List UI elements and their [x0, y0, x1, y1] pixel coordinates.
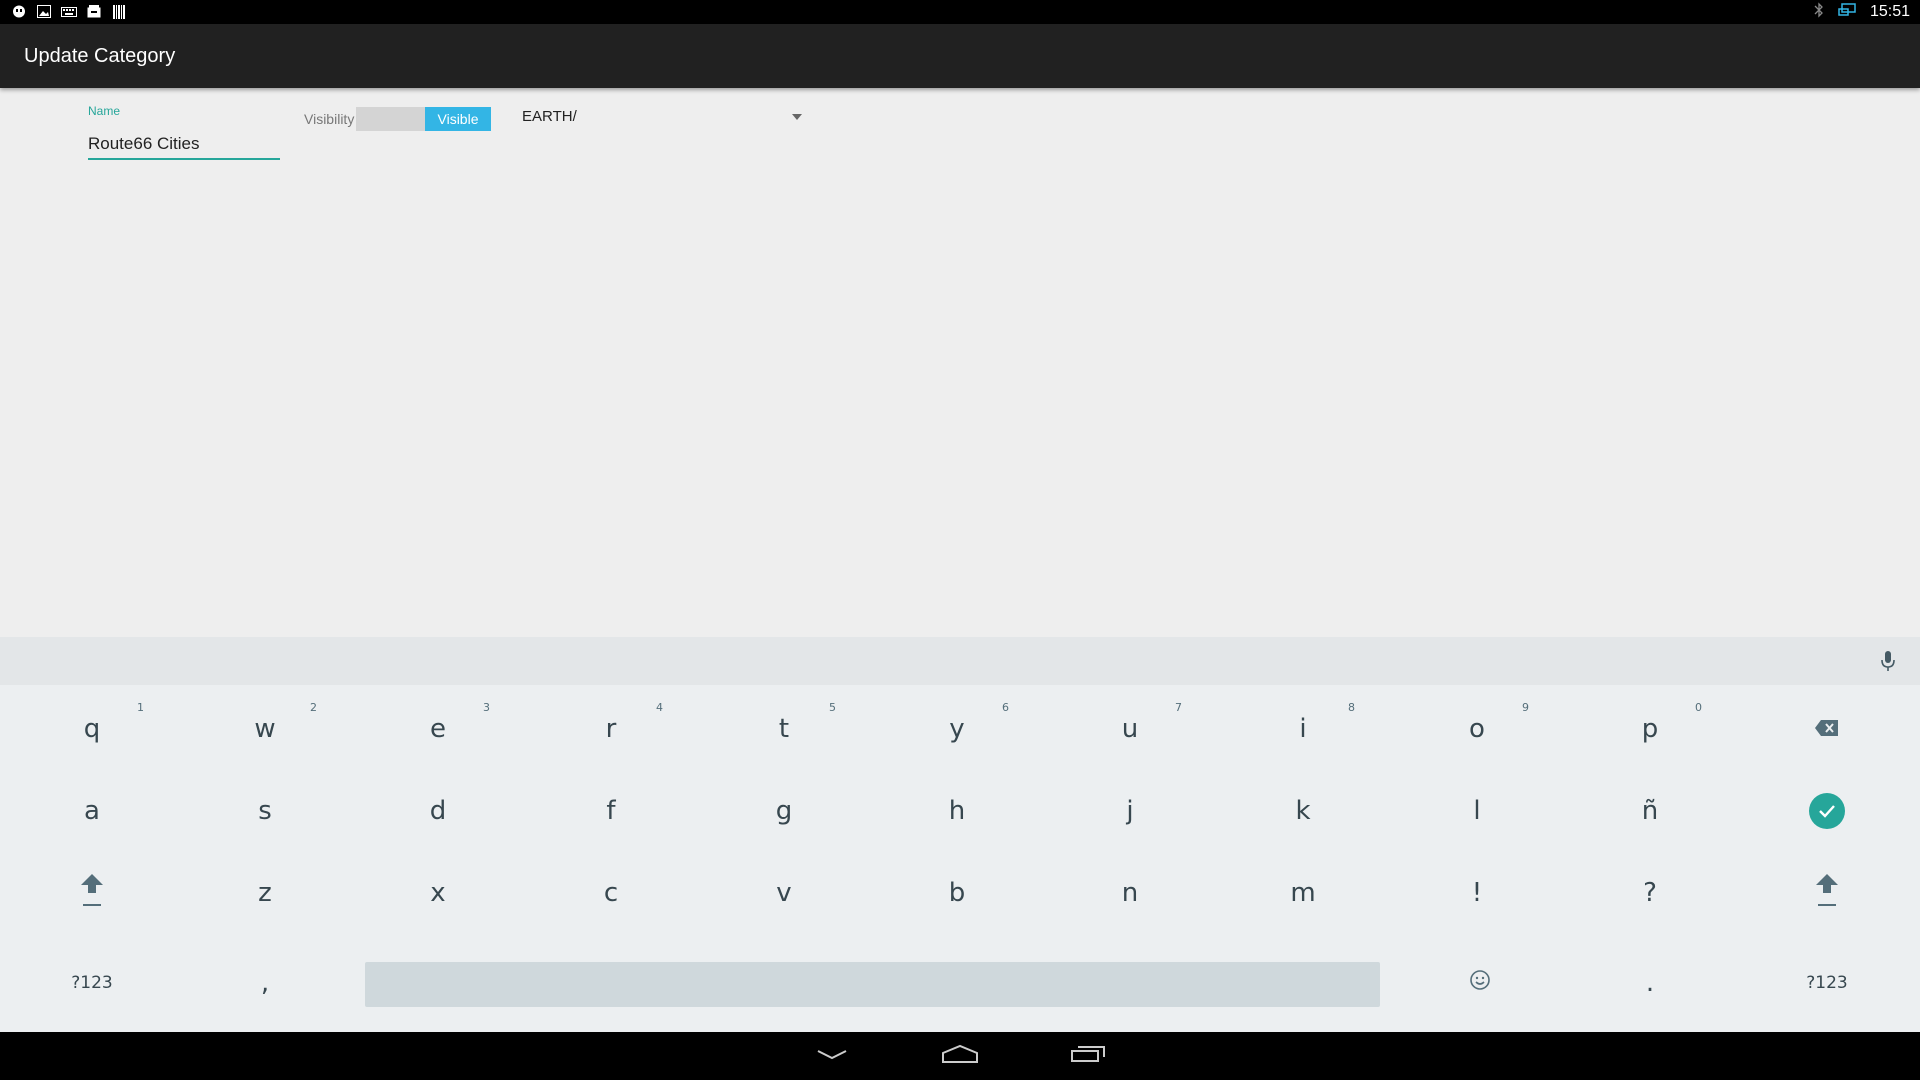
keyboard-icon [60, 3, 77, 20]
shift-icon [1815, 872, 1839, 915]
key-l[interactable]: l [1397, 775, 1557, 847]
key-t[interactable]: t5 [704, 693, 864, 765]
symbols-key-right[interactable]: ?123 [1747, 947, 1907, 1019]
bluetooth-icon [1814, 1, 1824, 23]
backspace-icon [1814, 714, 1840, 744]
key-hint: 3 [483, 701, 490, 714]
key-label: r [605, 714, 617, 744]
inbox-icon [85, 3, 102, 20]
key-hint: 1 [137, 701, 144, 714]
visibility-label: Visibility [304, 111, 355, 127]
smiley-icon [1469, 968, 1491, 998]
symbols-key-left[interactable]: ?123 [12, 947, 172, 1019]
key-k[interactable]: k [1223, 775, 1383, 847]
back-button[interactable] [792, 1036, 872, 1076]
recent-apps-icon [1070, 1045, 1106, 1068]
notification-icons [10, 3, 127, 20]
home-icon [941, 1044, 979, 1069]
key-x[interactable]: x [358, 857, 518, 929]
key-y[interactable]: y6 [877, 693, 1037, 765]
chevron-down-icon [816, 1047, 848, 1065]
key-d[interactable]: d [358, 775, 518, 847]
page-title: Update Category [24, 45, 176, 67]
key-c[interactable]: c [531, 857, 691, 929]
key-v[interactable]: v [704, 857, 864, 929]
key-i[interactable]: i8 [1223, 693, 1383, 765]
key-question[interactable]: ? [1570, 857, 1730, 929]
clock: 15:51 [1869, 3, 1910, 20]
shift-icon [80, 872, 104, 915]
dropdown-value: EARTH/ [522, 108, 577, 125]
key-h[interactable]: h [877, 775, 1037, 847]
key-b[interactable]: b [877, 857, 1037, 929]
key-f[interactable]: f [531, 775, 691, 847]
backspace-key[interactable] [1747, 693, 1907, 765]
barcode-icon [110, 3, 127, 20]
key-u[interactable]: u7 [1050, 693, 1210, 765]
key-label: e [430, 714, 446, 744]
suggestion-strip [0, 637, 1920, 685]
toggle-off-segment [356, 107, 425, 131]
key-n-tilde[interactable]: ñ [1570, 775, 1730, 847]
key-q[interactable]: q1 [12, 693, 172, 765]
key-r[interactable]: r4 [531, 693, 691, 765]
key-label: y [949, 714, 965, 744]
key-label: i [1299, 714, 1307, 744]
key-z[interactable]: z [185, 857, 345, 929]
key-label: p [1641, 714, 1659, 744]
key-m[interactable]: m [1223, 857, 1383, 929]
key-p[interactable]: p0 [1570, 693, 1730, 765]
screen-cast-icon [1838, 2, 1856, 22]
soft-keyboard: q1 w2 e3 r4 t5 y6 u7 i8 o9 p0 a s d f g … [0, 637, 1920, 1032]
key-w[interactable]: w2 [185, 693, 345, 765]
space-key[interactable] [365, 962, 1380, 1007]
key-exclamation[interactable]: ! [1397, 857, 1557, 929]
key-e[interactable]: e3 [358, 693, 518, 765]
visibility-toggle[interactable]: Visible [356, 107, 491, 131]
key-o[interactable]: o9 [1397, 693, 1557, 765]
navigation-bar [0, 1032, 1920, 1080]
key-hint: 9 [1522, 701, 1529, 714]
key-period[interactable]: . [1570, 947, 1730, 1019]
image-icon [35, 3, 52, 20]
home-button[interactable] [920, 1036, 1000, 1076]
key-hint: 8 [1348, 701, 1355, 714]
key-label: o [1469, 714, 1485, 744]
key-hint: 4 [656, 701, 663, 714]
dropdown-arrow-icon [792, 114, 802, 120]
key-hint: 7 [1175, 701, 1182, 714]
microphone-icon[interactable] [1878, 649, 1898, 673]
key-a[interactable]: a [12, 775, 172, 847]
key-hint: 6 [1002, 701, 1009, 714]
parent-category-dropdown[interactable]: EARTH/ [522, 104, 802, 132]
key-g[interactable]: g [704, 775, 864, 847]
key-hint: 5 [829, 701, 836, 714]
key-label: w [254, 714, 276, 744]
status-bar: 15:51 [0, 0, 1920, 24]
key-label: t [778, 714, 790, 744]
shift-key-right[interactable] [1747, 857, 1907, 929]
key-hint: 0 [1695, 701, 1702, 714]
key-s[interactable]: s [185, 775, 345, 847]
key-j[interactable]: j [1050, 775, 1210, 847]
emoji-key[interactable] [1400, 947, 1560, 1019]
recent-apps-button[interactable] [1048, 1036, 1128, 1076]
checkmark-icon [1809, 793, 1845, 829]
key-label: q [83, 714, 101, 744]
toggle-on-segment: Visible [425, 107, 491, 131]
key-hint: 2 [310, 701, 317, 714]
enter-key[interactable] [1747, 775, 1907, 847]
name-label: Name [88, 104, 121, 118]
action-bar: Update Category [0, 24, 1920, 88]
hangouts-icon [10, 3, 27, 20]
shift-key-left[interactable] [12, 857, 172, 929]
name-input[interactable] [88, 130, 280, 160]
key-n[interactable]: n [1050, 857, 1210, 929]
key-comma[interactable]: , [185, 947, 345, 1019]
key-label: u [1121, 714, 1139, 744]
